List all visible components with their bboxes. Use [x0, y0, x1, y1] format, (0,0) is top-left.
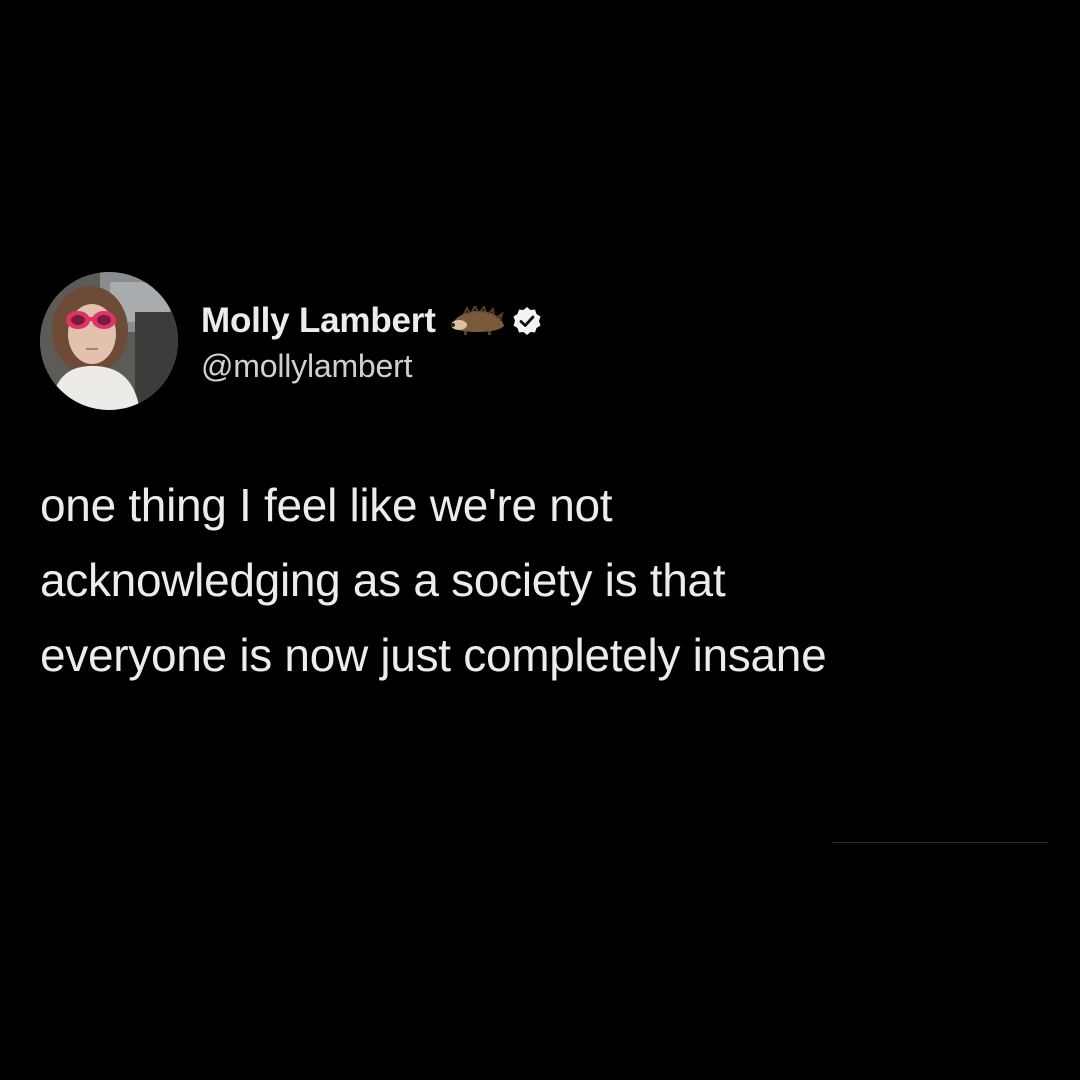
user-names: Molly Lambert @mollylambert: [201, 298, 542, 385]
user-handle[interactable]: @mollylambert: [201, 348, 542, 385]
display-name[interactable]: Molly Lambert: [201, 301, 436, 341]
verified-badge-icon: [512, 306, 542, 336]
screenshot-canvas: Molly Lambert @mollylambert one thing I …: [0, 0, 1080, 1080]
avatar-photo: [40, 272, 178, 410]
name-row: Molly Lambert: [201, 298, 542, 344]
tweet-text-line: everyone is now just completely insane: [40, 629, 827, 681]
tweet-text: one thing I feel like we're not acknowle…: [40, 468, 1040, 693]
tweet-text-line: acknowledging as a society is that: [40, 554, 726, 606]
divider-line: [832, 842, 1048, 843]
tweet-card: Molly Lambert @mollylambert one thing I …: [40, 272, 1040, 693]
hedgehog-icon: [450, 303, 506, 336]
avatar[interactable]: [40, 272, 178, 410]
tweet-text-line: one thing I feel like we're not: [40, 479, 613, 531]
tweet-header: Molly Lambert @mollylambert: [40, 272, 1040, 410]
